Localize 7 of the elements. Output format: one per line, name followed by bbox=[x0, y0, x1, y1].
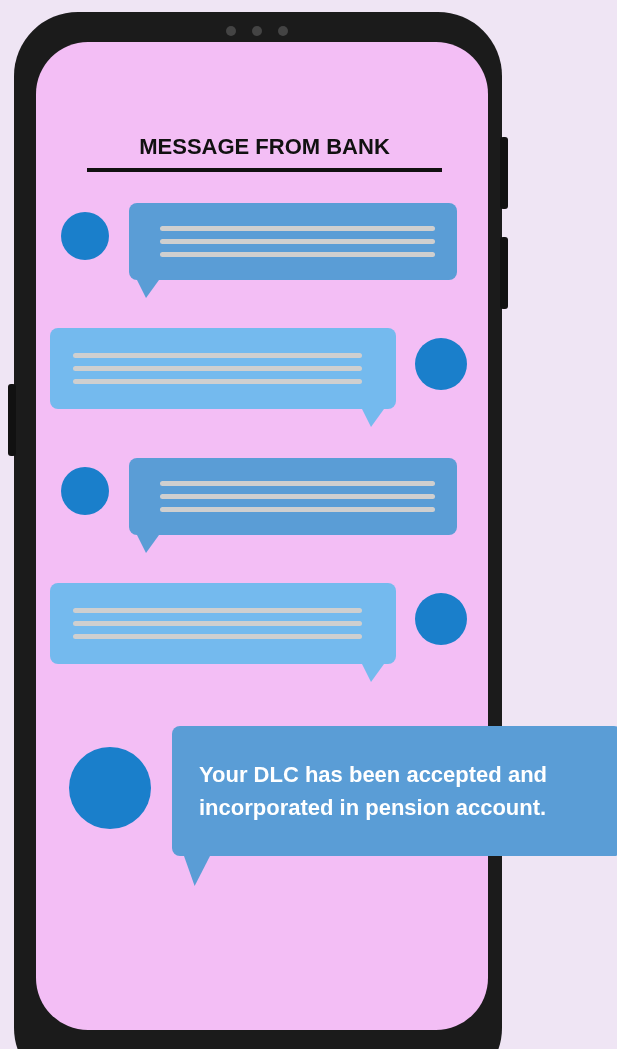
screen-title: MESSAGE FROM BANK bbox=[87, 134, 442, 172]
avatar-circle bbox=[61, 467, 109, 515]
message-text: Your DLC has been accepted and incorporated in pension account. bbox=[199, 761, 548, 822]
camera-dots-icon bbox=[226, 26, 288, 36]
avatar-circle bbox=[61, 212, 109, 260]
avatar-circle bbox=[415, 593, 467, 645]
avatar-circle bbox=[415, 338, 467, 390]
